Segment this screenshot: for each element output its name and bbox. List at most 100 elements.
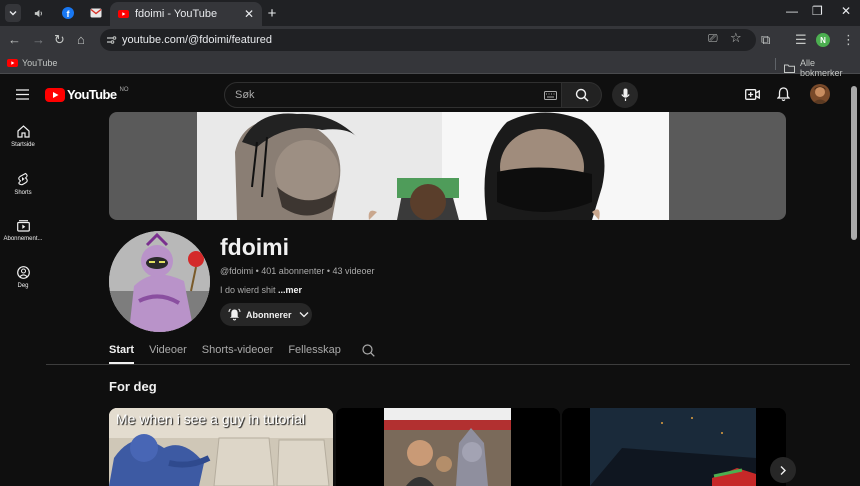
active-tab-title: fdoimi - YouTube [135, 8, 218, 20]
url-text: youtube.com/@fdoimi/featured [122, 34, 272, 46]
forward-icon[interactable]: → [32, 32, 45, 47]
sidebar-item-label: Abonnement... [3, 236, 43, 242]
close-window-icon[interactable]: ✕ [841, 4, 851, 18]
bookmark-star-icon[interactable]: ☆ [730, 30, 742, 46]
youtube-logo[interactable]: YouTube NO [45, 87, 128, 102]
shorts-icon [18, 172, 28, 186]
facebook-icon: f [62, 7, 74, 19]
profile-letter: N [820, 35, 826, 45]
account-avatar-image [810, 84, 830, 104]
banner-image [197, 112, 669, 220]
search-button[interactable] [562, 82, 602, 108]
search-placeholder: Søk [235, 89, 255, 101]
channel-tabs: Start Videoer Shorts-videoer Fellesskap [109, 340, 375, 364]
search-icon [575, 88, 589, 102]
all-bookmarks-label: Alle bokmerker [800, 58, 843, 78]
chevron-down-icon [9, 11, 17, 16]
channel-banner [109, 112, 786, 220]
region-code: NO [119, 86, 129, 93]
channel-avatar-image [109, 231, 210, 332]
hamburger-menu-icon[interactable] [16, 89, 29, 100]
channel-description[interactable]: I do wierd shit ...mer [220, 285, 302, 295]
close-tab-icon[interactable]: ✕ [244, 7, 254, 21]
youtube-header: YouTube NO Søk [0, 77, 850, 113]
tab-search-button[interactable] [5, 4, 21, 22]
browser-menu-icon[interactable]: ⋮ [842, 32, 855, 48]
section-title: For deg [109, 379, 157, 394]
mail-icon [90, 8, 102, 18]
restore-icon[interactable]: ❐ [812, 4, 823, 18]
bell-ringing-icon [228, 308, 241, 321]
user-icon [16, 266, 30, 279]
reload-icon[interactable]: ↻ [54, 32, 65, 48]
pinned-tab-facebook[interactable]: f [60, 4, 76, 22]
youtube-favicon-icon [118, 10, 129, 18]
back-icon[interactable]: ← [8, 32, 21, 47]
tab-videos[interactable]: Videoer [149, 340, 187, 364]
thumbnail-image [562, 408, 786, 486]
carousel-next-button[interactable] [770, 457, 796, 483]
bookmark-youtube[interactable]: YouTube [7, 58, 57, 68]
notifications-bell-icon[interactable] [777, 87, 790, 102]
video-caption: Me when i see a guy in tutorial [116, 411, 306, 427]
scrollbar-thumb[interactable] [851, 86, 857, 240]
video-thumbnail-2[interactable] [336, 408, 560, 486]
sidebar-item-label: Startside [11, 142, 35, 148]
home-icon [16, 125, 30, 138]
account-avatar[interactable] [810, 84, 830, 104]
banner-artwork [197, 112, 669, 220]
address-bar[interactable]: youtube.com/@fdoimi/featured ⎚ ☆ [100, 29, 756, 51]
tab-search-list-icon[interactable]: ☰ [795, 32, 807, 48]
tabs-divider [46, 364, 850, 365]
video-thumbnail-3[interactable] [562, 408, 786, 486]
youtube-logo-icon [45, 87, 65, 102]
folder-icon [784, 64, 795, 73]
sidebar-item-you[interactable]: Deg [0, 266, 46, 289]
channel-avatar[interactable] [109, 231, 210, 332]
extensions-icon[interactable]: ⧉ [761, 32, 770, 48]
more-link[interactable]: ...mer [278, 285, 302, 295]
tab-shorts[interactable]: Shorts-videoer [202, 340, 274, 364]
home-button-icon[interactable]: ⌂ [77, 32, 85, 47]
chevron-down-icon [299, 312, 308, 318]
site-info-icon[interactable] [106, 35, 117, 45]
channel-name: fdoimi [220, 234, 289, 260]
speaker-icon [34, 9, 42, 17]
chevron-right-icon [780, 465, 786, 475]
bookmark-youtube-label: YouTube [22, 58, 58, 68]
search-input[interactable]: Søk [224, 82, 562, 108]
keyboard-icon[interactable] [544, 91, 557, 100]
pinned-tab-audio[interactable] [30, 4, 46, 22]
channel-description-text: I do wierd shit [220, 285, 276, 295]
sidebar-item-label: Deg [17, 283, 29, 289]
channel-search-icon[interactable] [362, 344, 375, 357]
subscriptions-icon [16, 220, 30, 232]
new-tab-button[interactable]: + [264, 4, 280, 22]
subscribed-button[interactable]: Abonnerer [220, 303, 312, 326]
profile-avatar[interactable]: N [816, 33, 830, 47]
subscribe-label: Abonnerer [246, 309, 292, 320]
video-thumbnail-1[interactable]: Me when i see a guy in tutorial [109, 408, 333, 486]
browser-tab-strip: f fdoimi - YouTube ✕ + — ❐ ✕ [0, 0, 860, 26]
minimize-icon[interactable]: — [786, 4, 798, 18]
bookmark-separator [775, 58, 776, 70]
youtube-bookmark-icon [7, 59, 18, 67]
tab-start[interactable]: Start [109, 340, 135, 364]
all-bookmarks-button[interactable]: Alle bokmerker [784, 58, 860, 78]
microphone-icon [620, 88, 630, 101]
sidebar-item-shorts[interactable]: Shorts [0, 172, 46, 196]
voice-search-button[interactable] [612, 82, 638, 108]
bookmarks-bar: YouTube Alle bokmerker [0, 54, 860, 78]
channel-meta: @fdoimi • 401 abonnenter • 43 videoer [220, 266, 375, 276]
sidebar-item-label: Shorts [14, 190, 32, 196]
pinned-tab-mail[interactable] [88, 4, 104, 22]
install-app-icon[interactable]: ⎚ [708, 31, 718, 46]
sidebar-item-subscriptions[interactable]: Abonnement... [0, 219, 46, 242]
tab-community[interactable]: Fellesskap [288, 340, 341, 364]
thumbnail-image [336, 408, 560, 486]
youtube-logo-text: YouTube [67, 87, 117, 102]
create-video-icon[interactable] [745, 88, 760, 101]
sidebar-item-home[interactable]: Startside [0, 125, 46, 148]
tab-active-youtube[interactable]: fdoimi - YouTube ✕ [110, 2, 262, 26]
browser-toolbar: ← → ↻ ⌂ youtube.com/@fdoimi/featured ⎚ ☆… [0, 26, 860, 54]
